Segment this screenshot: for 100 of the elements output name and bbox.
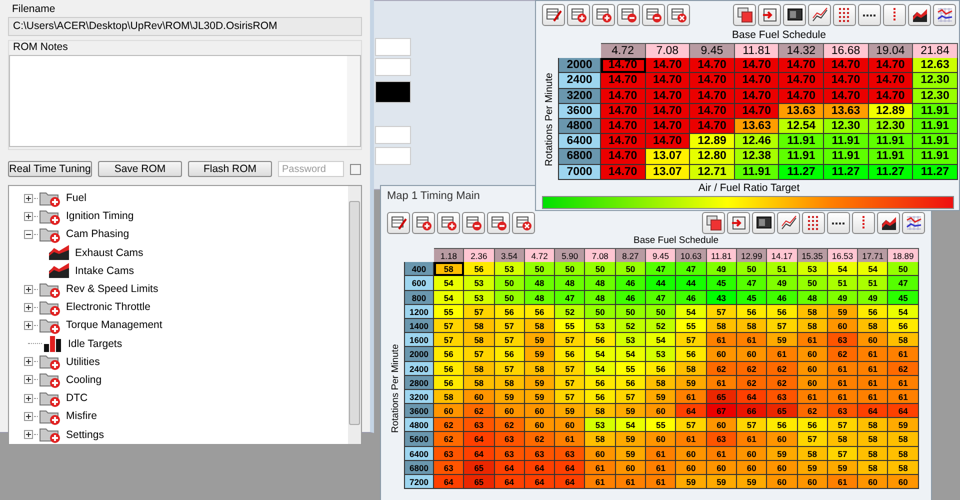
- table-cell[interactable]: 60: [434, 404, 464, 418]
- table-cell[interactable]: 59: [524, 333, 556, 348]
- table-cell[interactable]: 63: [464, 418, 495, 432]
- action-button[interactable]: Real Time Tuning: [8, 161, 92, 177]
- table-cell[interactable]: 65: [706, 390, 737, 404]
- table-cell[interactable]: 63: [555, 446, 586, 461]
- expander-icon[interactable]: [24, 302, 33, 312]
- table-cell[interactable]: 14.70: [734, 73, 780, 89]
- table-cell[interactable]: 14.70: [601, 134, 646, 150]
- table-cell[interactable]: 59: [616, 404, 646, 418]
- table-cell[interactable]: 64: [494, 460, 525, 475]
- table-cell[interactable]: 64: [888, 404, 919, 418]
- table-cell[interactable]: 65: [767, 404, 798, 418]
- table-cell[interactable]: 47: [676, 262, 707, 276]
- table-cell[interactable]: 61: [736, 333, 768, 348]
- table-cell[interactable]: 65: [464, 475, 495, 490]
- expander-icon[interactable]: [24, 230, 33, 239]
- table-cell[interactable]: 46: [616, 276, 646, 291]
- expander-icon[interactable]: [24, 394, 33, 403]
- table-cell[interactable]: 59: [828, 304, 858, 319]
- table-cell[interactable]: 53: [464, 290, 495, 305]
- table-cell[interactable]: 14.70: [734, 104, 780, 119]
- table-cell[interactable]: 59: [524, 390, 556, 404]
- toolbar-button[interactable]: [758, 4, 781, 26]
- tree-item[interactable]: Torque Management: [66, 319, 162, 332]
- toolbar-button[interactable]: [877, 212, 900, 234]
- table-cell[interactable]: 64: [464, 446, 495, 461]
- table-cell[interactable]: 53: [798, 262, 828, 276]
- table-cell[interactable]: 59: [616, 432, 646, 447]
- table-cell[interactable]: 55: [434, 304, 464, 319]
- table-cell[interactable]: 56: [888, 318, 919, 334]
- table-cell[interactable]: 12.30: [913, 88, 958, 104]
- table-cell[interactable]: 61: [798, 333, 828, 348]
- toolbar-button[interactable]: [727, 212, 750, 234]
- table-cell[interactable]: 14.70: [601, 104, 646, 119]
- table-cell[interactable]: 53: [616, 333, 646, 348]
- table-cell[interactable]: 61: [767, 347, 798, 362]
- table-cell[interactable]: 12.38: [734, 149, 780, 164]
- table-cell[interactable]: 53: [585, 418, 616, 432]
- table-cell[interactable]: 60: [585, 446, 616, 461]
- table-cell[interactable]: 59: [676, 475, 707, 490]
- table-cell[interactable]: 61: [646, 475, 676, 490]
- table-cell[interactable]: 57: [555, 376, 586, 390]
- table-cell[interactable]: 48: [585, 290, 616, 305]
- table-cell[interactable]: 11.91: [868, 134, 914, 150]
- table-cell[interactable]: 58: [585, 404, 616, 418]
- table-cell[interactable]: 62: [494, 418, 525, 432]
- table-cell[interactable]: 14.70: [868, 58, 914, 74]
- table-cell[interactable]: 64: [464, 432, 495, 447]
- table-cell[interactable]: 57: [676, 333, 707, 348]
- table-cell[interactable]: 11.91: [913, 149, 958, 164]
- table-cell[interactable]: 60: [828, 318, 858, 334]
- table-cell[interactable]: 50: [494, 290, 525, 305]
- table-cell[interactable]: 58: [798, 304, 828, 319]
- table-cell[interactable]: 57: [706, 304, 737, 319]
- table-cell[interactable]: 61: [888, 347, 919, 362]
- toolbar-button[interactable]: [437, 212, 460, 234]
- table-cell[interactable]: 56: [585, 333, 616, 348]
- table-cell[interactable]: 11.91: [824, 134, 869, 150]
- toolbar-button[interactable]: [908, 4, 931, 26]
- table-cell[interactable]: 57: [828, 446, 858, 461]
- table-cell[interactable]: 57: [555, 390, 586, 404]
- table-cell[interactable]: 14.70: [690, 118, 735, 134]
- table-cell[interactable]: 14.70: [646, 88, 690, 104]
- table-cell[interactable]: 58: [798, 446, 828, 461]
- table-cell[interactable]: 64: [524, 460, 556, 475]
- toolbar-button[interactable]: [783, 4, 806, 26]
- table-cell[interactable]: 58: [524, 362, 556, 376]
- table-cell[interactable]: 52: [616, 318, 646, 334]
- table-cell[interactable]: 60: [767, 432, 798, 447]
- table-cell[interactable]: 11.91: [868, 149, 914, 164]
- table-cell[interactable]: 61: [585, 460, 616, 475]
- tree-item[interactable]: Cooling: [66, 374, 102, 386]
- table-cell[interactable]: 59: [736, 475, 768, 490]
- table-cell[interactable]: 49: [767, 276, 798, 291]
- toolbar-button[interactable]: [542, 4, 565, 26]
- table-cell[interactable]: 56: [555, 347, 586, 362]
- table-cell[interactable]: 14.70: [779, 88, 824, 104]
- table-cell[interactable]: 53: [464, 276, 495, 291]
- table-cell[interactable]: 61: [585, 475, 616, 490]
- table-cell[interactable]: 56: [434, 362, 464, 376]
- table-cell[interactable]: 56: [494, 347, 525, 362]
- table-cell[interactable]: 61: [858, 390, 888, 404]
- table-cell[interactable]: 12.46: [734, 134, 780, 150]
- table-cell[interactable]: 62: [706, 362, 737, 376]
- table-cell[interactable]: 59: [616, 446, 646, 461]
- table-cell[interactable]: 48: [524, 290, 556, 305]
- tree-item[interactable]: Electronic Throttle: [66, 301, 150, 314]
- toolbar-button[interactable]: [592, 4, 615, 26]
- table-cell[interactable]: 44: [676, 276, 707, 291]
- table-cell[interactable]: 14.70: [646, 58, 690, 74]
- table-cell[interactable]: 61: [706, 376, 737, 390]
- table-cell[interactable]: 58: [888, 333, 919, 348]
- table-cell[interactable]: 58: [736, 318, 768, 334]
- expander-icon[interactable]: [24, 375, 33, 384]
- table-cell[interactable]: 55: [676, 318, 707, 334]
- table-cell[interactable]: 58: [646, 376, 676, 390]
- table-cell[interactable]: 11.91: [734, 164, 780, 180]
- table-cell[interactable]: 59: [676, 376, 707, 390]
- table-cell[interactable]: 56: [464, 262, 495, 276]
